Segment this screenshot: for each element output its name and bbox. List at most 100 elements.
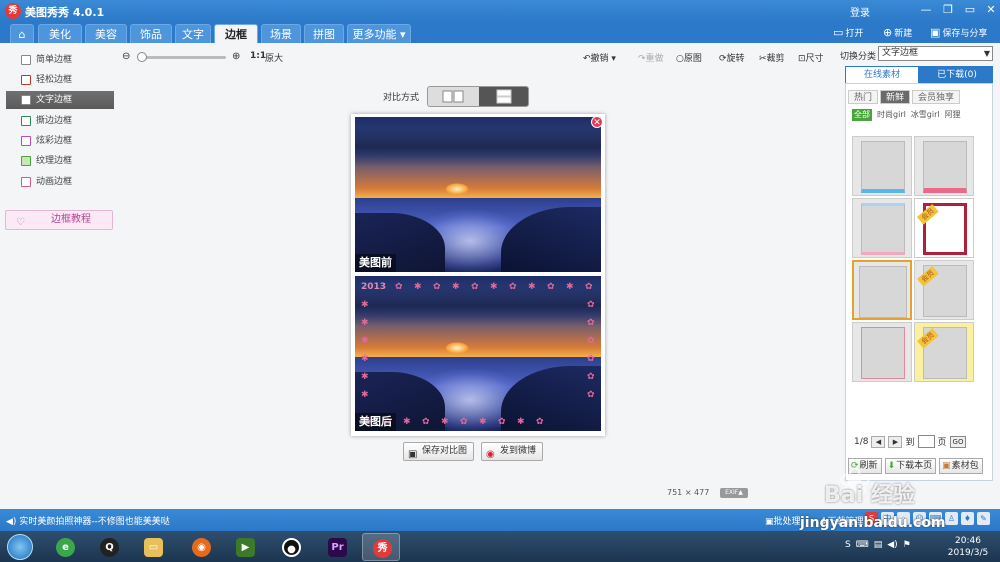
minimize-button[interactable]: — xyxy=(917,2,935,18)
frame-category-simple[interactable]: 简单边框 xyxy=(6,51,114,69)
batch-process-button[interactable]: ▣批处理 xyxy=(765,514,801,527)
windows-taskbar: e Q ▭ ◉ ▶ ● Pr 秀 S ⌨ ▤ ◀) ⚑ 20:46 2019/3/5 xyxy=(0,531,1000,562)
login-link[interactable]: 登录 xyxy=(850,4,870,19)
close-window-button[interactable]: ✕ xyxy=(982,2,1000,18)
frame-category-texture[interactable]: 纹理边框 xyxy=(6,152,114,170)
taskbar-meitu[interactable]: 秀 xyxy=(362,533,400,561)
go-button[interactable]: GO xyxy=(949,435,967,448)
taskbar-firefox[interactable]: ◉ xyxy=(182,533,220,561)
firefox-icon: ◉ xyxy=(192,538,211,557)
filter-all[interactable]: 全部 xyxy=(852,109,872,121)
tab-collage[interactable]: 拼图 xyxy=(304,24,344,43)
next-page-button[interactable]: ▶ xyxy=(888,435,903,448)
taskbar-360-browser[interactable]: e xyxy=(46,533,84,561)
network-icon[interactable]: ▤ xyxy=(874,540,883,550)
frame-flower-icon: ✿ xyxy=(460,417,468,427)
tab-frames[interactable]: 边框 xyxy=(214,24,258,43)
pill-hot[interactable]: 热门 xyxy=(848,90,879,104)
category-label: 切换分类 xyxy=(840,52,877,62)
tab-beautify[interactable]: 美化 xyxy=(38,24,82,43)
frame-flower-icon: ✱ xyxy=(361,372,369,382)
rotate-icon: ⟳ xyxy=(719,54,727,64)
taskbar-premiere[interactable]: Pr xyxy=(318,533,356,561)
material-sort-pills: 热门 新鲜 会员独享 xyxy=(848,90,961,104)
original-size-label[interactable]: 原大 xyxy=(265,51,283,64)
pill-new[interactable]: 新鲜 xyxy=(880,90,911,104)
frame-category-easy[interactable]: 轻松边框 xyxy=(6,71,114,89)
zoom-slider-knob[interactable] xyxy=(137,52,147,62)
folder-icon: ▭ xyxy=(144,538,163,557)
system-clock[interactable]: 20:46 2019/3/5 xyxy=(940,535,996,559)
frame-flower-icon: ✿ xyxy=(585,282,593,292)
taskbar-recorder[interactable]: ● xyxy=(272,533,310,561)
close-icon[interactable]: ✕ xyxy=(591,116,603,128)
chevron-down-icon: ▼ xyxy=(983,49,990,58)
filter-ali[interactable]: 阿狸 xyxy=(945,109,961,121)
frame-thumbnail[interactable]: 会员 xyxy=(914,198,974,258)
maximize-button[interactable]: ❐ xyxy=(939,2,957,18)
frame-category-text[interactable]: 文字边框 xyxy=(6,91,114,109)
sogou-tray-icon[interactable]: S xyxy=(845,540,851,550)
tab-decorations[interactable]: 饰品 xyxy=(130,24,172,43)
frame-flower-icon: ✿ xyxy=(587,318,595,328)
status-message[interactable]: ◀) 实时美颜拍照神器--不修图也能美美哒 xyxy=(6,514,170,527)
pill-vip[interactable]: 会员独享 xyxy=(912,90,961,104)
frame-thumbnail[interactable] xyxy=(852,136,912,196)
open-button[interactable]: ▭ 打开 xyxy=(833,26,863,39)
before-caption: 美图前 xyxy=(355,254,396,272)
frame-thumbnail[interactable] xyxy=(852,198,912,258)
ime-tray-icon[interactable]: ⌨ xyxy=(856,540,869,550)
tab-text[interactable]: 文字 xyxy=(175,24,211,43)
tab-home[interactable]: ⌂ xyxy=(10,24,34,43)
taskbar-explorer[interactable]: ▭ xyxy=(134,533,172,561)
frame-flower-icon: ✿ xyxy=(433,282,441,292)
start-button[interactable] xyxy=(7,534,33,560)
before-photo[interactable]: 美图前 xyxy=(355,117,601,272)
page-number-input[interactable] xyxy=(917,435,935,448)
flag-icon[interactable]: ⚑ xyxy=(903,540,911,550)
tab-scenes[interactable]: 场景 xyxy=(261,24,301,43)
frame-thumbnail[interactable] xyxy=(852,322,912,382)
prev-page-button[interactable]: ◀ xyxy=(871,435,886,448)
frame-flower-icon: ✱ xyxy=(361,354,369,364)
frame-thumbnail[interactable] xyxy=(914,136,974,196)
taskbar-qq[interactable]: Q xyxy=(90,533,128,561)
size-button[interactable]: ⊡尺寸 xyxy=(798,51,824,64)
original-image-button[interactable]: ○原图 xyxy=(676,51,702,64)
frame-thumbnail-selected[interactable] xyxy=(852,260,912,320)
compare-top-bottom-button[interactable] xyxy=(479,87,528,106)
tab-downloaded[interactable]: 已下载(0) xyxy=(921,67,993,83)
frame-category-torn[interactable]: 撕边边框 xyxy=(6,112,114,130)
redo-button[interactable]: ↷重做 xyxy=(638,51,664,64)
frame-thumbnail[interactable]: 会员 xyxy=(914,322,974,382)
save-share-button[interactable]: ▣ 保存与分享 xyxy=(930,26,987,39)
frame-category-animated[interactable]: 动画边框 xyxy=(6,173,114,191)
category-select[interactable]: 文字边框 ▼ xyxy=(878,46,993,61)
send-weibo-button[interactable]: ◉ 发到微博 xyxy=(481,442,544,461)
save-compare-button[interactable]: ▣ 保存对比图 xyxy=(403,442,475,461)
zoom-out-icon[interactable]: ⊖ xyxy=(122,51,130,62)
compare-side-by-side-button[interactable] xyxy=(428,87,478,106)
tab-online-materials[interactable]: 在线素材 xyxy=(846,67,918,83)
frame-tutorial-button[interactable]: ♡ 边框教程 xyxy=(5,210,113,230)
material-tabs: 在线素材 已下载(0) xyxy=(845,66,993,83)
taskbar-media-app[interactable]: ▶ xyxy=(226,533,264,561)
frame-category-colorful[interactable]: 炫彩边框 xyxy=(6,132,114,150)
filter-snow-girl[interactable]: 冰雪girl xyxy=(911,109,940,121)
zoom-slider[interactable] xyxy=(137,52,226,62)
after-photo[interactable]: 2013 ✿ ✱ ✿ ✱ ✿ ✱ ✿ ✱ ✿ ✱ ✿ ✱ ✿ ✱ ✿ ✱ ✿ ✱ ✿ ✱ ✿ ✱ ✿ ✱ ✿ ✱ ✿ ✱ ✿ ✱ ✿ ✱ ✿ 美… xyxy=(355,276,601,431)
zoom-in-icon[interactable]: ⊕ xyxy=(232,51,240,62)
undo-button[interactable]: ↶撤销 ▾ xyxy=(583,51,616,64)
one-to-one-button[interactable]: 1:1 xyxy=(250,51,266,61)
filter-fashion-girl[interactable]: 时尚girl xyxy=(877,109,906,121)
new-button[interactable]: ⊕ 新建 xyxy=(883,26,912,39)
crop-button[interactable]: ✂裁剪 xyxy=(759,51,785,64)
tab-more[interactable]: 更多功能 ▾ xyxy=(347,24,411,43)
volume-icon[interactable]: ◀) xyxy=(887,540,897,550)
frame-thumbnail[interactable]: 会员 xyxy=(914,260,974,320)
restore-button[interactable]: ▭ xyxy=(961,2,979,18)
rotate-button[interactable]: ⟳旋转 xyxy=(719,51,745,64)
meitu-window: 秀 美图秀秀 4.0.1 登录 — ❐ ▭ ✕ ⌂ 美化 美容 饰品 文字 边框… xyxy=(0,0,1000,531)
tab-face[interactable]: 美容 xyxy=(85,24,127,43)
exif-button[interactable]: EXIF▲ xyxy=(720,488,748,498)
